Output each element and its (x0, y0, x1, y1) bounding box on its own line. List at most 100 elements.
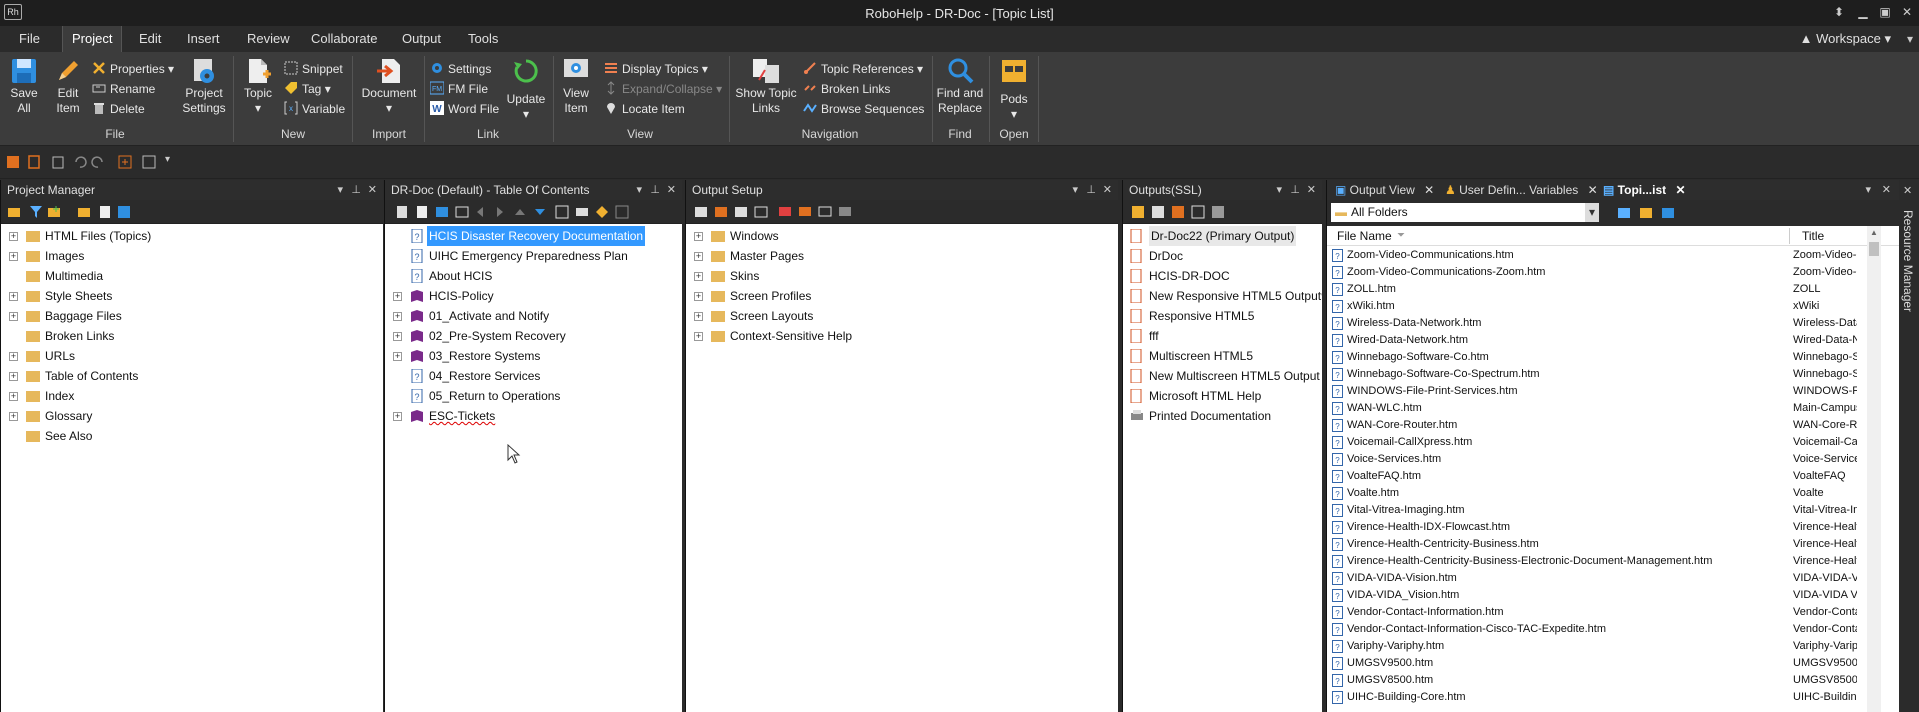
table-row[interactable]: ? UIHC-Building-Core.htm UIHC-Building-C (1327, 689, 1899, 706)
expand-icon[interactable]: + (694, 292, 703, 301)
link-settings-button[interactable]: Settings (430, 60, 491, 78)
new-master-page-icon[interactable] (714, 205, 728, 219)
rename-button[interactable]: Rename (92, 80, 155, 98)
undo-icon[interactable] (73, 155, 87, 169)
properties-icon[interactable] (117, 205, 131, 219)
screen-layout-icon[interactable] (778, 205, 792, 219)
save-all-button[interactable]: Save All (2, 56, 46, 116)
column-header-title[interactable]: Title (1802, 226, 1824, 246)
table-row[interactable]: ? Winnebago-Software-Co.htm Winnebago-Soft (1327, 349, 1899, 366)
arrow-right-icon[interactable] (493, 205, 507, 219)
variable-button[interactable]: x Variable (284, 100, 345, 118)
properties-icon[interactable] (435, 205, 449, 219)
delete-button[interactable]: Delete (92, 100, 145, 118)
batch-generate-icon[interactable] (1191, 205, 1205, 219)
folder-icon[interactable] (7, 205, 21, 219)
browse-sequences-button[interactable]: Browse Sequences (803, 100, 924, 118)
toc-settings-icon[interactable] (615, 205, 629, 219)
table-row[interactable]: ? Virence-Health-IDX-Flowcast.htm Virence-… (1327, 519, 1899, 536)
new-screen-profile-icon[interactable] (754, 205, 768, 219)
pin-icon[interactable]: ⊥ (650, 180, 660, 200)
arrow-down-icon[interactable] (533, 205, 547, 219)
panel-menu-icon[interactable]: ▾ (1072, 180, 1078, 200)
snippet-button[interactable]: Snippet (284, 60, 343, 78)
resource-manager-tab[interactable]: ✕ Resource Manager (1899, 180, 1919, 712)
output-properties-icon[interactable] (1211, 205, 1225, 219)
new-topic-button[interactable]: Topic ▾ (237, 56, 279, 116)
close-icon[interactable]: ✕ (1899, 4, 1915, 20)
close-icon[interactable]: ✕ (667, 180, 676, 200)
toc-view-icon[interactable] (575, 205, 589, 219)
table-row[interactable]: ? Vital-Vitrea-Imaging.htm Vital-Vitrea-Im… (1327, 502, 1899, 519)
table-row[interactable]: ? WAN-WLC.htm Main-Campus-W (1327, 400, 1899, 417)
expand-icon[interactable]: + (694, 252, 703, 261)
edit-item-button[interactable]: Edit Item (46, 56, 90, 116)
new-skin-icon[interactable] (734, 205, 748, 219)
restore-icon[interactable]: ⬍ (1831, 4, 1847, 20)
expand-icon[interactable]: + (9, 312, 18, 321)
table-row[interactable]: ? Virence-Health-Centricity-Business.htm V… (1327, 536, 1899, 553)
scrollbar-thumb[interactable] (1869, 242, 1879, 256)
folder-open-icon[interactable] (77, 205, 91, 219)
new-page-icon[interactable] (415, 205, 429, 219)
close-icon[interactable]: ✕ (1882, 180, 1891, 200)
save-icon[interactable] (6, 155, 20, 169)
table-row[interactable]: ? Voalte.htm Voalte (1327, 485, 1899, 502)
new-folder-icon[interactable] (47, 205, 61, 219)
auto-create-toc-icon[interactable] (555, 205, 569, 219)
table-row[interactable]: ? Voicemail-CallXpress.htm Voicemail-CallX… (1327, 434, 1899, 451)
panel-menu-icon[interactable]: ▾ (1276, 180, 1282, 200)
table-row[interactable]: ? Vendor-Contact-Information-Cisco-TAC-Ex… (1327, 621, 1899, 638)
locate-item-button[interactable]: Locate Item (604, 100, 685, 118)
table-row[interactable]: ? Vendor-Contact-Information.htm Vendor-Co… (1327, 604, 1899, 621)
menu-project[interactable]: Project (62, 26, 123, 52)
expand-icon[interactable]: + (694, 332, 703, 341)
screen-layout-alt-icon[interactable] (798, 205, 812, 219)
properties-button[interactable]: Properties ▾ (92, 60, 174, 78)
update-button[interactable]: Update ▾ (502, 56, 550, 122)
table-row[interactable]: ? Wired-Data-Network.htm Wired-Data-Netw (1327, 332, 1899, 349)
folder-select[interactable]: ▬ All Folders ▾ (1331, 203, 1599, 222)
close-icon[interactable]: ✕ (1424, 183, 1434, 197)
expand-icon[interactable]: + (393, 312, 402, 321)
clipboard-icon[interactable] (51, 155, 65, 169)
table-row[interactable]: ? xWiki.htm xWiki (1327, 298, 1899, 315)
publish-icon[interactable] (1171, 205, 1185, 219)
expand-collapse-button[interactable]: Expand/Collapse ▾ (604, 80, 722, 98)
table-row[interactable]: ? Variphy-Variphy.htm Variphy-Variphy (1327, 638, 1899, 655)
project-settings-button[interactable]: Project Settings (180, 56, 228, 116)
table-row[interactable]: ? Voice-Services.htm Voice-Services (1327, 451, 1899, 468)
table-row[interactable]: ? UMGSV9500.htm UMGSV9500 (1327, 655, 1899, 672)
table-row[interactable]: ? VIDA-VIDA_Vision.htm VIDA-VIDA Visio (1327, 587, 1899, 604)
show-topic-links-button[interactable]: Show Topic Links (732, 56, 800, 116)
tab-topic-list[interactable]: ▤ Topi...ist ✕ (1603, 180, 1686, 200)
properties-icon[interactable] (1639, 206, 1653, 220)
pods-button[interactable]: Pods ▾ (993, 56, 1035, 122)
pin-icon[interactable]: ⊥ (1086, 180, 1096, 200)
expand-icon[interactable]: + (9, 412, 18, 421)
table-row[interactable]: ? UMGSV8500.htm UMGSV8500 (1327, 672, 1899, 689)
view-output-icon[interactable] (1151, 205, 1165, 219)
table-row[interactable]: ? Winnebago-Software-Co-Spectrum.htm Winne… (1327, 366, 1899, 383)
expand-icon[interactable]: + (9, 252, 18, 261)
menu-collaborate[interactable]: Collaborate (307, 26, 382, 52)
expand-icon[interactable]: + (9, 352, 18, 361)
import-document-button[interactable]: Document ▾ (356, 56, 422, 116)
table-row[interactable]: ? Zoom-Video-Communications-Zoom.htm Zoom-… (1327, 264, 1899, 281)
expand-icon[interactable]: + (393, 352, 402, 361)
menu-edit[interactable]: Edit (135, 26, 165, 52)
expand-icon[interactable]: + (694, 312, 703, 321)
find-replace-button[interactable]: Find and Replace (934, 56, 986, 116)
vertical-scrollbar[interactable]: ▲ (1867, 226, 1881, 712)
close-icon[interactable]: ✕ (1103, 180, 1112, 200)
sort-filter-icon[interactable]: ⏷ (1397, 226, 1405, 246)
new-item-icon[interactable] (118, 155, 132, 169)
menu-review[interactable]: Review (243, 26, 294, 52)
expand-icon[interactable]: + (9, 372, 18, 381)
close-icon[interactable]: ✕ (1903, 184, 1912, 197)
word-file-button[interactable]: W Word File (430, 100, 499, 118)
topic-references-button[interactable]: Topic References ▾ (803, 60, 923, 78)
tab-output-view[interactable]: ▣ Output View ✕ (1335, 180, 1434, 200)
menu-file[interactable]: File (15, 26, 44, 52)
new-book-icon[interactable] (395, 205, 409, 219)
